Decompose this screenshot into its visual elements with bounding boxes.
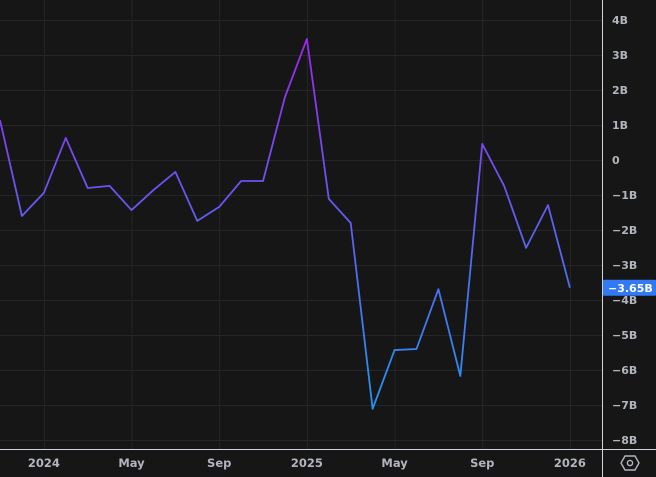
y-tick-label: 1B xyxy=(612,119,628,132)
y-tick-label: −5B xyxy=(612,329,637,342)
chart-container[interactable]: 4B 3B 2B 1B 0 −1B −2B −3B −4B −5B −6B −7B −8B 2024 May… xyxy=(0,0,656,477)
x-tick-label: May xyxy=(381,456,408,470)
gear-icon xyxy=(620,455,640,471)
y-tick-label: −3B xyxy=(612,259,637,272)
series-line xyxy=(0,38,571,410)
y-tick-label: −1B xyxy=(612,189,637,202)
line-chart[interactable]: 4B 3B 2B 1B 0 −1B −2B −3B −4B −5B −6B −7B −8B 2024 May… xyxy=(0,0,656,477)
y-tick-label: −4B xyxy=(612,294,637,307)
y-tick-label: 2B xyxy=(612,84,628,97)
x-tick-label: Sep xyxy=(470,456,494,470)
x-tick-label: 2025 xyxy=(291,456,323,470)
settings-button[interactable] xyxy=(620,454,640,472)
x-tick-label: 2024 xyxy=(28,456,60,470)
y-tick-label: −2B xyxy=(612,224,637,237)
y-tick-label: −7B xyxy=(612,399,637,412)
y-tick-label: −6B xyxy=(612,364,637,377)
y-tick-label: −8B xyxy=(612,434,637,447)
y-tick-label: 0 xyxy=(612,154,620,167)
y-tick-label: 4B xyxy=(612,14,628,27)
x-tick-label: 2026 xyxy=(554,456,586,470)
y-tick-label: 3B xyxy=(612,49,628,62)
x-tick-label: Sep xyxy=(207,456,231,470)
x-tick-label: May xyxy=(118,456,145,470)
last-value-label: −3.65B xyxy=(608,282,653,295)
